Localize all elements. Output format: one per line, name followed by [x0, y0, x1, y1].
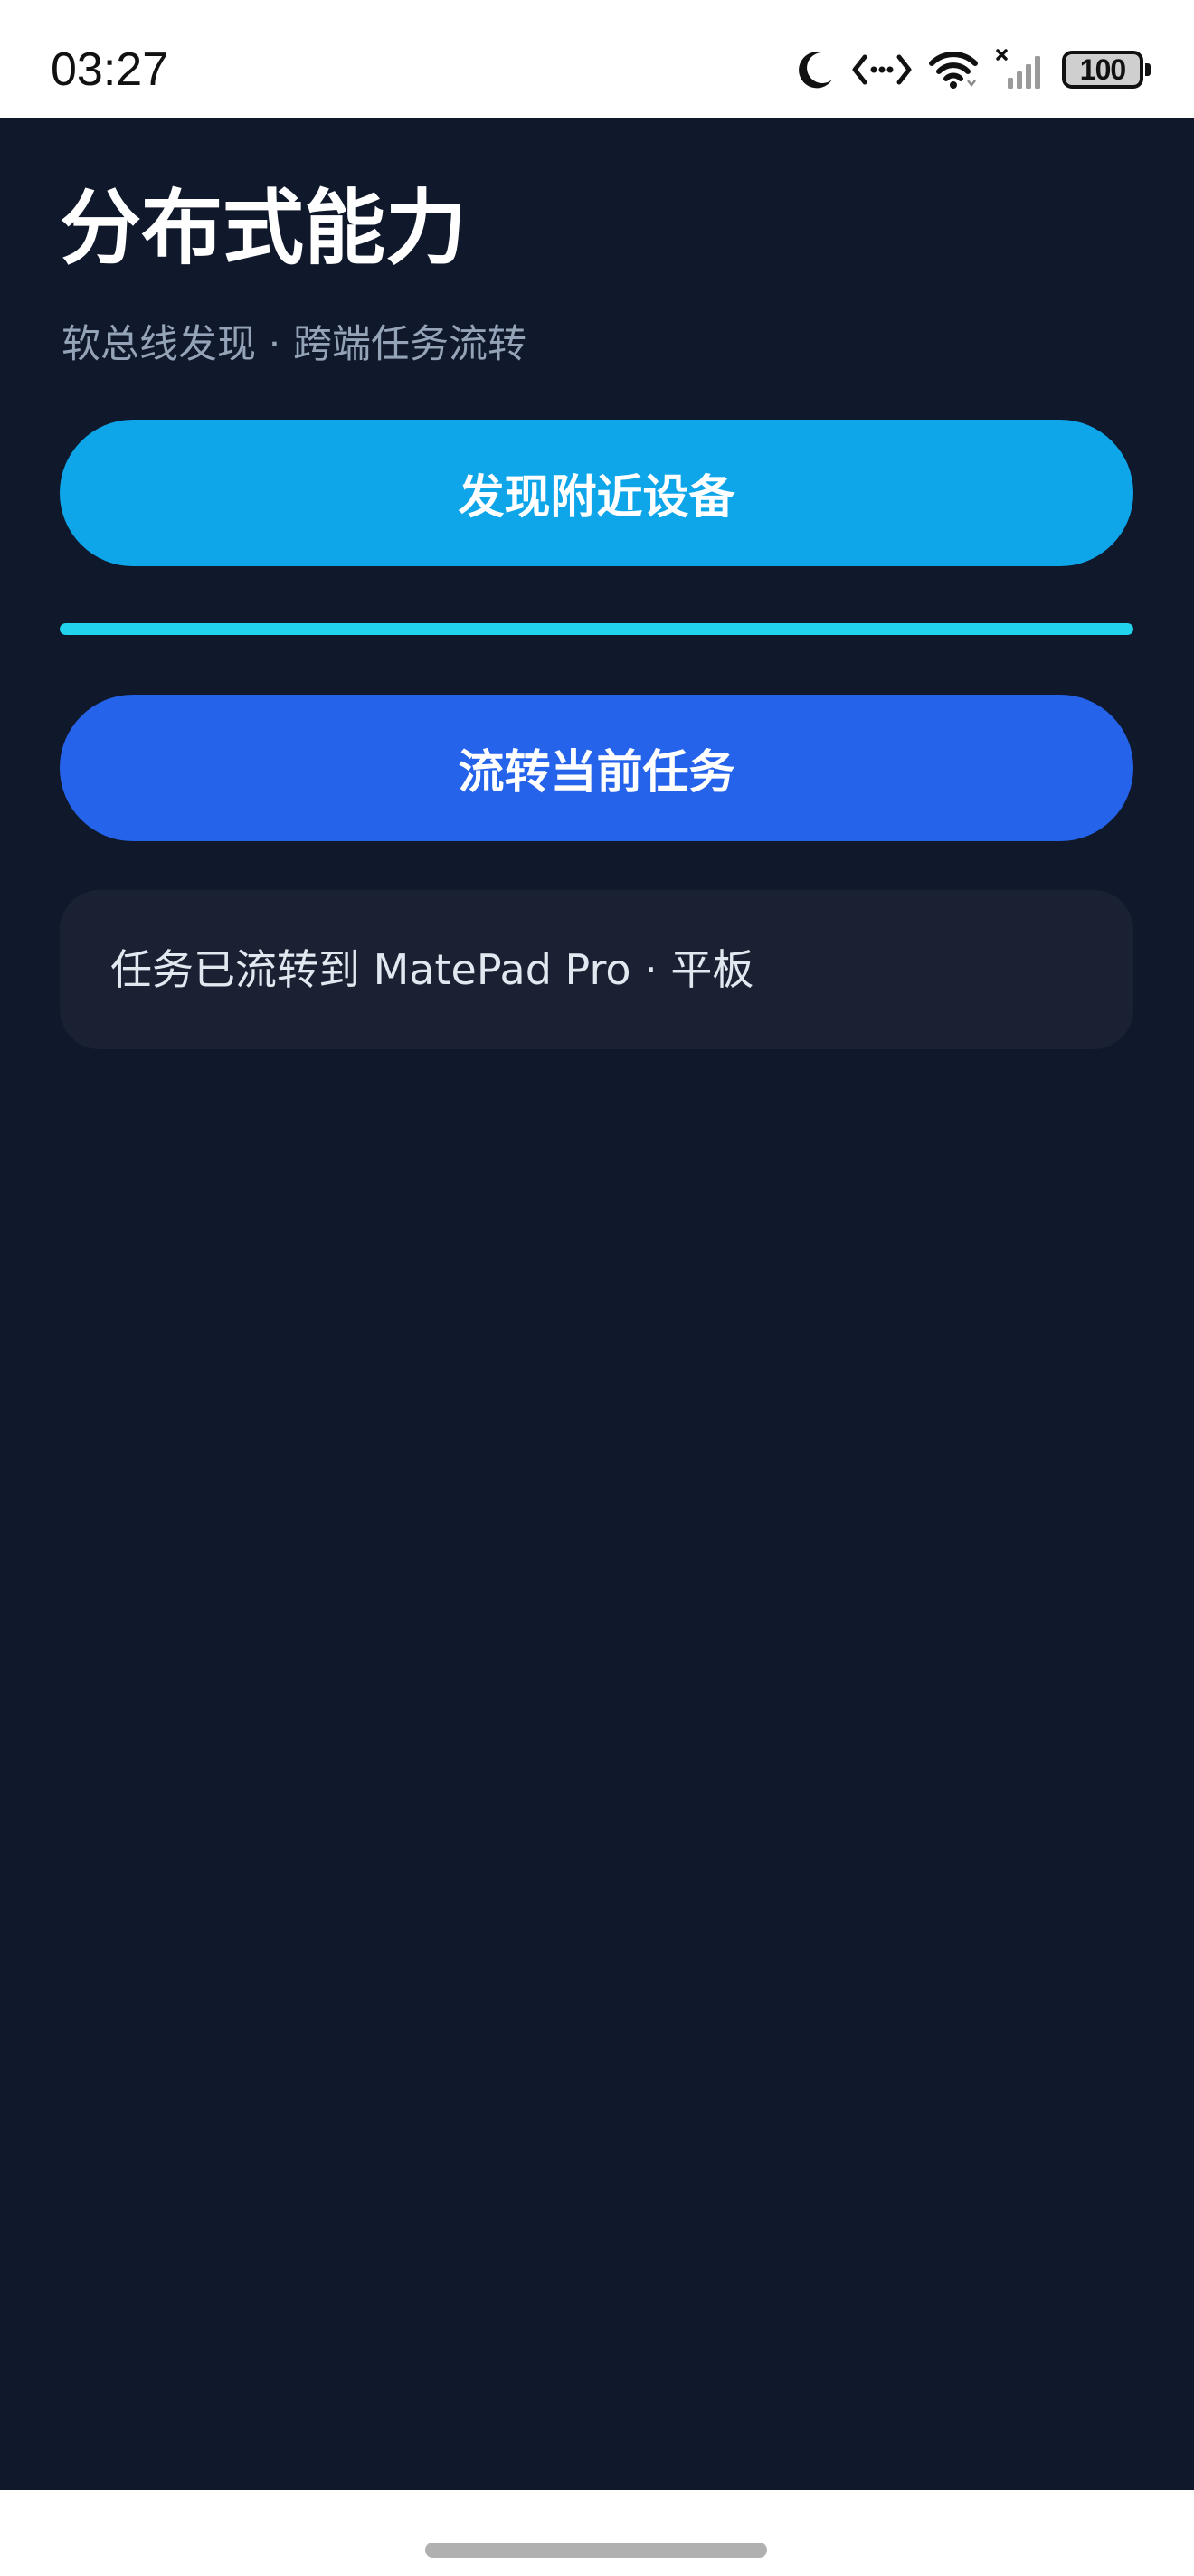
moon-icon — [794, 49, 836, 90]
discover-devices-button[interactable]: 发现附近设备 — [60, 420, 1133, 566]
wifi-icon — [928, 50, 979, 90]
status-time: 03:27 — [51, 43, 169, 96]
page-subtitle: 软总线发现 · 跨端任务流转 — [62, 322, 527, 367]
battery-level: 100 — [1079, 53, 1126, 86]
status-icons: 100 — [794, 36, 1151, 103]
system-nav-bar — [0, 2490, 1194, 2576]
home-indicator[interactable] — [425, 2543, 767, 2558]
battery-icon: 100 — [1062, 51, 1151, 89]
flow-status-text: 任务已流转到 MatePad Pro · 平板 — [110, 945, 754, 994]
page-title: 分布式能力 — [60, 181, 467, 276]
distributed-capability-screen: 分布式能力 软总线发现 · 跨端任务流转 发现附近设备 流转当前任务 任务已流转… — [0, 118, 1194, 2490]
flow-task-button[interactable]: 流转当前任务 — [60, 695, 1133, 841]
status-bar: 03:27 100 — [0, 0, 1194, 118]
signal-no-sim-icon — [995, 49, 1046, 90]
battery-tip — [1145, 63, 1151, 76]
flow-status-card: 任务已流转到 MatePad Pro · 平板 — [60, 890, 1133, 1049]
data-transfer-icon — [852, 52, 912, 88]
discovery-progress-fill — [60, 623, 1133, 635]
discovery-progress-bar — [60, 623, 1133, 635]
battery-body: 100 — [1062, 51, 1143, 89]
